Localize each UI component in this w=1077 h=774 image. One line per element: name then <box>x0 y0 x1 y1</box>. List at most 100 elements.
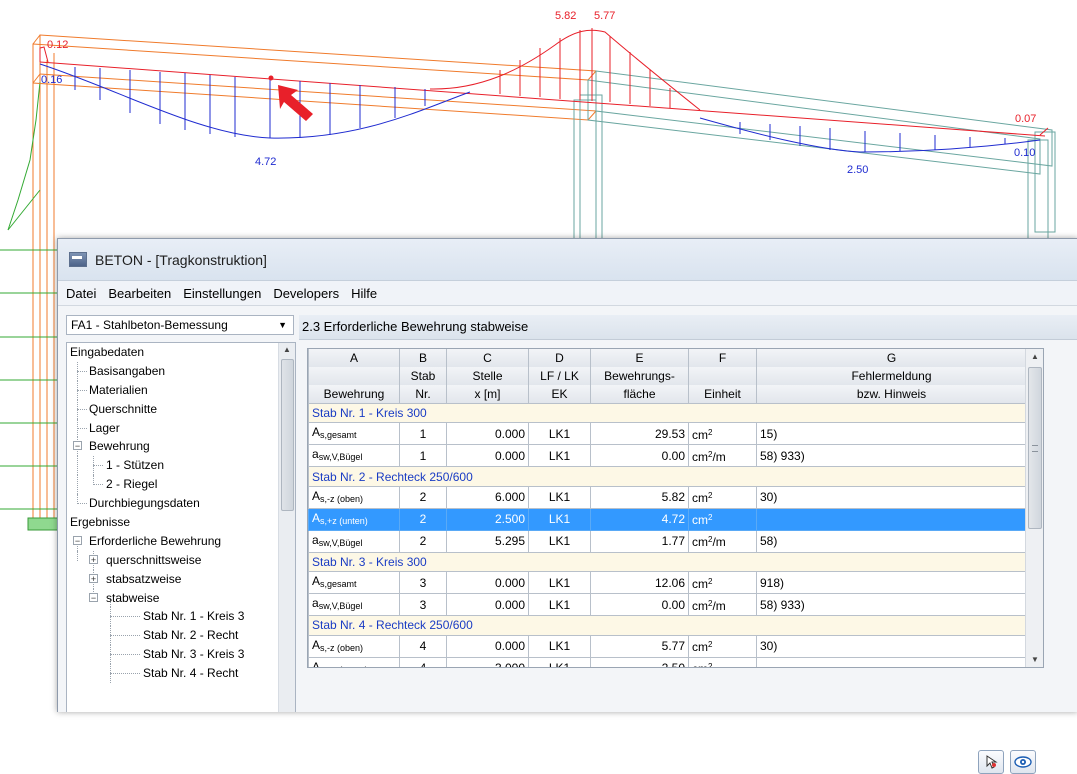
cell-load-case: LK1 <box>528 444 591 468</box>
tree-item-label: Stab Nr. 3 - Kreis 3 <box>143 647 245 662</box>
table-row[interactable]: As,gesamt 3 0.000 LK1 12.06 cm2 918) <box>308 571 1027 595</box>
label-blue: 4.72 <box>255 156 276 168</box>
tree-item-querschnitte[interactable]: Querschnitte <box>67 399 295 419</box>
group-row[interactable]: Stab Nr. 1 - Kreis 300 <box>308 402 1027 424</box>
table-row[interactable]: As,-z (oben) 4 0.000 LK1 5.77 cm2 30) <box>308 634 1027 658</box>
col-letter-f[interactable]: F <box>688 349 757 367</box>
tree-item-ergebnisse[interactable]: Ergebnisse <box>67 513 295 532</box>
beam-frame <box>32 34 597 121</box>
col-header: Bewehrungs- <box>590 367 689 385</box>
view-button[interactable] <box>1010 750 1036 774</box>
unit-base: cm <box>692 427 708 442</box>
col-header: fläche <box>590 385 689 404</box>
unit-exponent: 2 <box>708 513 713 523</box>
table-row[interactable]: asw,V,Bügel 2 5.295 LK1 1.77 cm2/m 58) <box>308 529 1027 553</box>
menu-einstellungen[interactable]: Einstellungen <box>177 286 267 301</box>
cell-x: 3.000 <box>446 656 529 667</box>
title-bar[interactable]: BETON - [Tragkonstruktion] <box>58 239 1077 281</box>
tree-item-stab-1[interactable]: Stab Nr. 1 - Kreis 3 <box>67 607 295 627</box>
tree-item-materialien[interactable]: Materialien <box>67 380 295 400</box>
scroll-up-icon[interactable]: ▲ <box>1031 352 1039 361</box>
table-row[interactable]: As,gesamt 1 0.000 LK1 29.53 cm2 15) <box>308 422 1027 446</box>
collapse-icon[interactable]: − <box>73 535 82 545</box>
tree-item-label: querschnittsweise <box>106 552 202 567</box>
tree-scrollbar[interactable]: ▲ <box>278 343 295 712</box>
col-header: Stelle <box>446 367 529 385</box>
pick-button[interactable] <box>978 750 1004 774</box>
col-letter-c[interactable]: C <box>446 349 529 367</box>
scroll-down-icon[interactable]: ▼ <box>1031 655 1039 664</box>
tree-item-label: Basisangaben <box>89 363 166 378</box>
result-table: A B C D E F G Stab Stelle LF / LK Bewehr… <box>308 349 1027 667</box>
expand-icon[interactable]: + <box>89 573 98 583</box>
group-row[interactable]: Stab Nr. 3 - Kreis 300 <box>308 551 1027 573</box>
cell-reinforcement-type: As,-z (oben) <box>308 634 400 658</box>
cell-note: 15) <box>756 422 1027 446</box>
col-header <box>688 367 757 385</box>
group-row[interactable]: Stab Nr. 2 - Rechteck 250/600 <box>308 466 1027 487</box>
col-letter-e[interactable]: E <box>590 349 689 367</box>
label-blue: 2.50 <box>847 164 868 176</box>
table-row[interactable]: As,+z (unten)43.000LK12.50cm2 <box>308 656 1027 667</box>
col-letter-a[interactable]: A <box>308 349 400 367</box>
cell-reinforcement-type: asw,V,Bügel <box>308 529 400 553</box>
col-letter-g[interactable]: G <box>756 349 1027 367</box>
symbol-subscript: s,-z (oben) <box>320 642 364 653</box>
label-blue: 0.16 <box>41 74 62 86</box>
cell-reinforcement-type: asw,V,Bügel <box>308 593 400 617</box>
tree-item-stabsatzweise[interactable]: + stabsatzweise <box>67 569 295 589</box>
tree-item-stuetzen[interactable]: 1 - Stützen <box>67 456 295 476</box>
cell-stab-nr: 2 <box>399 485 447 509</box>
table-scrollbar[interactable]: ▲ ▼ <box>1025 349 1043 667</box>
table-row[interactable]: As,-z (oben) 2 6.000 LK1 5.82 cm2 30) <box>308 485 1027 509</box>
scroll-up-icon[interactable]: ▲ <box>283 345 291 354</box>
tree-item-durchbiegungsdaten[interactable]: Durchbiegungsdaten <box>67 494 295 513</box>
tree-scroll-thumb[interactable] <box>281 359 294 511</box>
col-letter-d[interactable]: D <box>528 349 591 367</box>
expand-icon[interactable]: + <box>89 554 98 564</box>
tree-item-stab-4[interactable]: Stab Nr. 4 - Recht <box>67 664 295 684</box>
table-row[interactable]: asw,V,Bügel 1 0.000 LK1 0.00 cm2/m 58) 933) <box>308 444 1027 468</box>
tree-item-stab-3[interactable]: Stab Nr. 3 - Kreis 3 <box>67 645 295 665</box>
table-row-selected[interactable]: As,+z (unten) 2 2.500 LK1 4.72 cm2 <box>308 507 1027 531</box>
table-row[interactable]: asw,V,Bügel 3 0.000 LK1 0.00 cm2/m 58) 933) <box>308 593 1027 617</box>
chevron-down-icon[interactable]: ▼ <box>278 320 287 330</box>
cell-reinforcement-type: As,gesamt <box>308 422 400 446</box>
window-title: BETON - [Tragkonstruktion] <box>95 251 267 268</box>
module-dropdown[interactable]: FA1 - Stahlbeton-Bemessung ▼ <box>66 315 294 335</box>
tree-item-riegel[interactable]: 2 - Riegel <box>67 475 295 495</box>
cell-load-case: LK1 <box>528 529 591 553</box>
group-row[interactable]: Stab Nr. 4 - Rechteck 250/600 <box>308 615 1027 636</box>
cell-stab-nr: 1 <box>399 444 447 468</box>
menu-hilfe[interactable]: Hilfe <box>345 286 383 301</box>
menu-bearbeiten[interactable]: Bearbeiten <box>102 286 177 301</box>
support-1 <box>27 517 59 531</box>
unit-base: cm <box>692 491 708 506</box>
tree-item-erforderliche-bewehrung[interactable]: − Erforderliche Bewehrung <box>67 532 295 551</box>
menu-developers[interactable]: Developers <box>267 286 345 301</box>
cell-note: 58) <box>756 529 1027 553</box>
tree-item-label: Lager <box>89 420 120 435</box>
cell-note: 30) <box>756 634 1027 658</box>
col-header: Stab <box>399 367 447 385</box>
tree-item-stab-2[interactable]: Stab Nr. 2 - Recht <box>67 626 295 646</box>
tree-item-lager[interactable]: Lager <box>67 418 295 438</box>
menu-datei[interactable]: Datei <box>58 286 102 301</box>
collapse-icon[interactable]: − <box>89 592 98 602</box>
collapse-icon[interactable]: − <box>73 441 82 451</box>
navigator-panel: FA1 - Stahlbeton-Bemessung ▼ Eingabedate… <box>66 315 296 712</box>
unit-base: cm <box>692 449 708 464</box>
tree-item-querschnittsweise[interactable]: + querschnittsweise <box>67 550 295 570</box>
navigator-tree: Eingabedaten Basisangaben Materialien Qu… <box>66 342 296 712</box>
cell-x: 0.000 <box>446 593 529 617</box>
tree-item-bewehrung[interactable]: − Bewehrung <box>67 437 295 457</box>
col-header: Fehlermeldung <box>756 367 1027 385</box>
tree-item-eingabedaten[interactable]: Eingabedaten <box>67 343 295 362</box>
tree-item-basisangaben[interactable]: Basisangaben <box>67 361 295 381</box>
tree-item-stabweise[interactable]: − stabweise <box>67 588 295 608</box>
table-scroll-thumb[interactable] <box>1028 367 1042 529</box>
tree-item-label: Querschnitte <box>89 401 158 416</box>
cell-stab-nr: 3 <box>399 571 447 595</box>
cell-x: 6.000 <box>446 485 529 509</box>
col-letter-b[interactable]: B <box>399 349 447 367</box>
